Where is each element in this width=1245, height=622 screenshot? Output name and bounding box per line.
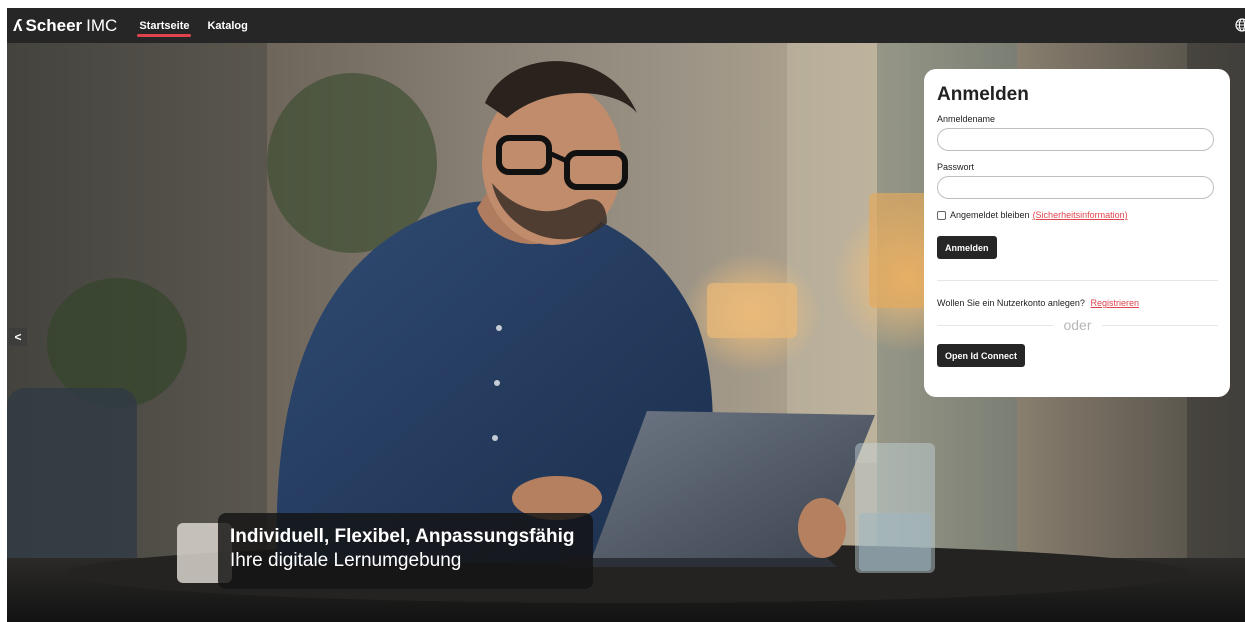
remember-me-row: Angemeldet bleiben (Sicherheitsinformati…	[937, 210, 1217, 220]
or-separator: oder	[937, 317, 1218, 333]
password-label: Passwort	[937, 162, 975, 172]
app-window: ʎ Scheer IMC Startseite Katalog < Indivi…	[7, 8, 1245, 622]
password-input[interactable]	[937, 176, 1214, 199]
or-line-right	[1101, 324, 1218, 326]
main-nav: Startseite Katalog	[137, 18, 265, 37]
nav-link-startseite[interactable]: Startseite	[137, 18, 192, 37]
register-prompt: Wollen Sie ein Nutzerkonto anlegen?	[937, 298, 1085, 308]
username-label: Anmeldename	[937, 114, 996, 124]
register-row: Wollen Sie ein Nutzerkonto anlegen? Regi…	[937, 298, 1217, 308]
brand-mark: ʎ	[13, 15, 23, 35]
section-divider	[937, 280, 1218, 281]
brand-logo[interactable]: ʎ Scheer IMC	[13, 16, 117, 36]
globe-icon[interactable]	[1235, 18, 1245, 32]
login-submit-button[interactable]: Anmelden	[937, 236, 997, 259]
login-title: Anmelden	[937, 84, 1029, 105]
hero-caption-subtitle: Ihre digitale Lernumgebung	[230, 550, 462, 571]
or-line-left	[937, 324, 1054, 326]
or-text: oder	[1063, 317, 1092, 333]
username-input[interactable]	[937, 128, 1214, 151]
hero-caption: Individuell, Flexibel, Anpassungsfähig I…	[218, 513, 593, 589]
open-id-connect-button[interactable]: Open Id Connect	[937, 344, 1025, 367]
hero-caption-title: Individuell, Flexibel, Anpassungsfähig	[230, 526, 575, 547]
nav-link-katalog[interactable]: Katalog	[207, 18, 247, 34]
carousel-prev-button[interactable]: <	[9, 328, 27, 346]
brand-name: Scheer	[25, 15, 83, 35]
remember-me-checkbox[interactable]	[937, 210, 946, 220]
remember-me-label: Angemeldet bleiben	[950, 210, 1030, 220]
brand-suffix: IMC	[86, 15, 118, 35]
top-navigation-bar: ʎ Scheer IMC Startseite Katalog	[7, 8, 1245, 43]
register-link[interactable]: Registrieren	[1090, 298, 1139, 308]
security-info-link[interactable]: (Sicherheitsinformation)	[1033, 210, 1128, 220]
chevron-left-icon: <	[14, 330, 22, 344]
login-panel: Anmelden Anmeldename Passwort Angemeldet…	[924, 69, 1230, 397]
